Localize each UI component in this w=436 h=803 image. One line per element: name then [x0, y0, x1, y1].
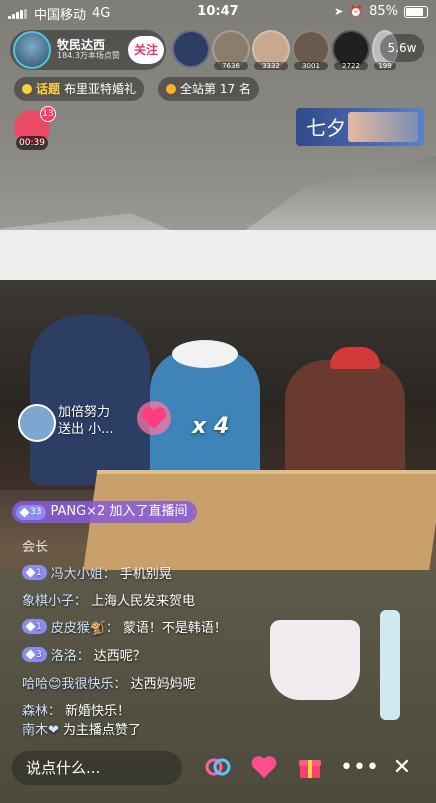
chat-message[interactable]: 1 冯大小姐： 手机别晃 — [22, 563, 172, 582]
more-icon[interactable]: ••• — [340, 752, 379, 784]
viewer-count: 3332 — [254, 62, 288, 70]
viewer-count: 2722 — [334, 62, 368, 70]
level-number: 1 — [36, 567, 42, 578]
chat-message[interactable]: 象棋小子： 上海人民发来贺电 — [22, 590, 195, 609]
gifter-avatar — [18, 404, 56, 442]
red-cap — [330, 347, 380, 369]
gifter-name: 加倍努力 — [58, 405, 111, 420]
heart-icon[interactable] — [248, 752, 280, 784]
close-icon[interactable]: ✕ — [386, 752, 418, 784]
chat-text: 达西呢？ — [93, 649, 146, 664]
viewer-avatar[interactable]: 3001 — [292, 30, 330, 70]
chat-header: 会长 — [22, 540, 49, 555]
host-avatar[interactable] — [13, 31, 51, 69]
topic-icon — [22, 84, 32, 94]
level-number: 33 — [30, 507, 42, 517]
chat-text: 达西妈妈呢 — [130, 677, 196, 692]
level-badge: 1 — [22, 619, 47, 634]
viewer-avatar[interactable] — [172, 30, 210, 68]
red-packet-timer: 00:39 — [16, 136, 48, 150]
viewer-count: 3001 — [294, 62, 328, 70]
viewer-avatar[interactable]: 3332 — [252, 30, 290, 70]
gift-combo: x 4 — [192, 414, 230, 439]
chat-user[interactable]: 哈哈😊我很快乐： — [22, 673, 127, 692]
plastic-bag — [270, 620, 360, 700]
chat-user[interactable]: 象棋小子： — [22, 590, 87, 609]
level-number: 1 — [36, 621, 42, 632]
level-badge: 33 — [16, 504, 47, 520]
battery-percent: 85% — [369, 4, 398, 19]
rank-badge[interactable]: 全站第 17 名 — [158, 77, 259, 101]
viewer-count: 199 — [374, 62, 396, 70]
viewer-avatar[interactable]: 2722 — [332, 30, 370, 70]
link-icon[interactable] — [202, 752, 234, 784]
chat-message[interactable]: 哈哈😊我很快乐： 达西妈妈呢 — [22, 673, 196, 692]
gift-text: 送出 小... — [58, 422, 114, 437]
rank-text: 全站第 17 名 — [180, 82, 251, 96]
chat-message[interactable]: 1 皮皮猴🐒： 蒙语！不是韩语！ — [22, 617, 227, 636]
level-badge: 1 — [22, 565, 47, 580]
diamond-icon — [25, 621, 36, 632]
battery-icon — [404, 5, 428, 18]
topic-badge[interactable]: 话题 布里亚特婚礼 — [14, 77, 145, 101]
flame-icon — [166, 84, 176, 94]
red-packet-button[interactable]: 13 00:39 — [14, 106, 56, 150]
chat-user[interactable]: 洛洛： — [51, 645, 90, 664]
location-icon: ➤ — [334, 5, 344, 18]
white-hat — [172, 340, 238, 368]
status-bar: 中国移动 4G 10:47 ➤ ⏰ 85% — [0, 0, 436, 24]
comment-input[interactable]: 说点什么... — [12, 751, 182, 785]
level-badge: 3 — [22, 647, 47, 662]
viewer-avatars: 7636 3332 3001 2722 199 — [172, 30, 398, 70]
viewer-avatar[interactable]: 7636 — [212, 30, 250, 70]
online-count[interactable]: 5.6w — [380, 34, 424, 62]
bottle — [380, 610, 400, 720]
diamond-icon — [25, 649, 36, 660]
topic-text: 布里亚特婚礼 — [64, 82, 137, 96]
banner-title: 七夕 — [306, 116, 346, 140]
chat-user[interactable]: 皮皮猴🐒： — [51, 617, 119, 636]
banner-image — [348, 112, 418, 142]
chat-text: 蒙语！不是韩语！ — [122, 621, 227, 636]
chat-text: 新婚快乐！ — [65, 704, 131, 719]
live-stream-screen: 中国移动 4G 10:47 ➤ ⏰ 85% 牧民达西 184.3万本场点赞 关注… — [0, 0, 436, 803]
viewer-count: 7636 — [214, 62, 248, 70]
topic-tag: 话题 — [36, 82, 61, 96]
chat-user[interactable]: 冯大小姐： — [51, 563, 116, 582]
follow-button[interactable]: 关注 — [128, 36, 164, 64]
chat-user[interactable]: 南木❤ — [22, 719, 59, 738]
chat-text: 上海人民发来贺电 — [91, 594, 196, 609]
level-number: 3 — [36, 649, 42, 660]
gift-icon[interactable] — [294, 752, 326, 784]
chat-message[interactable]: 南木❤ 为主播点赞了 — [22, 719, 141, 738]
host-likes: 184.3万本场点赞 — [57, 51, 120, 61]
red-packet-badge: 13 — [40, 106, 56, 122]
person-left — [30, 315, 150, 485]
join-text: PANG×2 加入了直播间 — [50, 504, 188, 519]
heart-gift-icon — [137, 401, 171, 435]
gift-notice: 加倍努力 送出 小... — [18, 401, 171, 442]
chat-text: 手机别晃 — [119, 567, 172, 582]
chat-message[interactable]: 3 洛洛： 达西呢？ — [22, 645, 146, 664]
chat-text: 为主播点赞了 — [62, 723, 141, 738]
chat-message[interactable]: 森林： 新婚快乐！ — [22, 700, 130, 719]
diamond-icon — [19, 507, 30, 517]
chat-user[interactable]: 森林： — [22, 700, 61, 719]
diamond-icon — [25, 567, 36, 578]
join-notice: 33 PANG×2 加入了直播间 — [12, 501, 198, 523]
alarm-icon: ⏰ — [349, 5, 364, 18]
bottom-bar: 说点什么... ••• ✕ — [0, 748, 436, 788]
event-banner[interactable]: 七夕 — [296, 108, 424, 146]
